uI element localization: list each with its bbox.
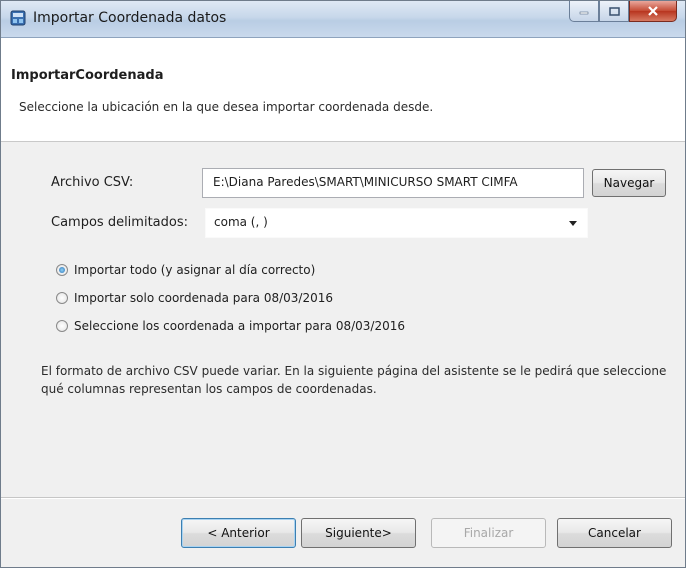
next-button[interactable]: Siguiente> — [301, 518, 416, 548]
page-title: ImportarCoordenada — [11, 68, 164, 83]
delimiter-selected-value: coma (, ) — [214, 215, 268, 229]
window-controls — [569, 1, 677, 23]
chevron-down-icon — [569, 221, 577, 226]
cancel-button[interactable]: Cancelar — [557, 518, 672, 548]
delimiter-select[interactable]: coma (, ) — [205, 208, 588, 238]
radio-unselected-icon[interactable] — [56, 320, 68, 332]
browse-button[interactable]: Navegar — [592, 169, 666, 197]
csv-file-label: Archivo CSV: — [51, 175, 134, 190]
radio-import-all[interactable]: Importar todo (y asignar al día correcto… — [56, 263, 315, 277]
page-description: Seleccione la ubicación en la que desea … — [19, 100, 434, 114]
maximize-button[interactable] — [599, 1, 629, 22]
radio-selected-icon[interactable] — [56, 264, 68, 276]
close-button[interactable] — [629, 1, 677, 22]
radio-import-date-only[interactable]: Importar solo coordenada para 08/03/2016 — [56, 291, 333, 305]
minimize-icon — [579, 11, 589, 15]
finish-button: Finalizar — [431, 518, 546, 548]
delimiter-label: Campos delimitados: — [51, 215, 188, 230]
close-icon — [648, 6, 658, 16]
minimize-button[interactable] — [569, 1, 599, 22]
radio-import-all-label: Importar todo (y asignar al día correcto… — [74, 263, 316, 277]
radio-select-to-import[interactable]: Seleccione los coordenada a importar par… — [56, 319, 405, 333]
csv-format-info: El formato de archivo CSV puede variar. … — [41, 364, 667, 396]
radio-import-date-only-label: Importar solo coordenada para 08/03/2016 — [74, 291, 333, 305]
maximize-icon — [608, 6, 620, 16]
window-title: Importar Coordenada datos — [33, 10, 227, 26]
radio-unselected-icon[interactable] — [56, 292, 68, 304]
footer-separator — [1, 497, 685, 499]
back-button[interactable]: < Anterior — [181, 518, 296, 548]
title-bar[interactable]: Importar Coordenada datos — [1, 1, 685, 38]
import-wizard-window: Importar Coordenada datos ImportarCoorde… — [0, 0, 686, 568]
wizard-app-icon — [10, 10, 26, 26]
radio-select-to-import-label: Seleccione los coordenada a importar par… — [74, 319, 406, 333]
csv-file-path-input[interactable]: E:\Diana Paredes\SMART\MINICURSO SMART C… — [202, 168, 584, 198]
wizard-header: ImportarCoordenada Seleccione la ubicaci… — [1, 38, 685, 142]
